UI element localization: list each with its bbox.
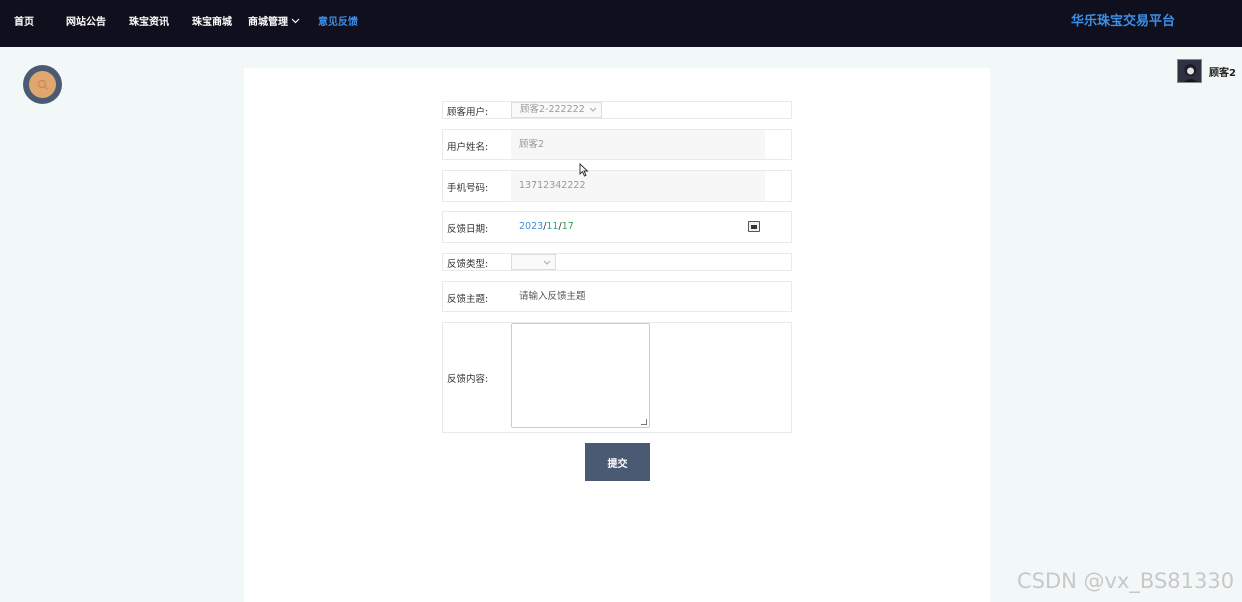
name-label: 用户姓名: <box>447 142 489 153</box>
date-field[interactable]: 2023/11/17 <box>511 212 761 242</box>
nav-mall-management[interactable]: 商城管理 <box>248 17 300 29</box>
search-button-inner <box>29 71 56 98</box>
mouse-cursor-icon <box>579 163 589 177</box>
submit-button[interactable]: 提交 <box>585 443 650 481</box>
date-year: 2023 <box>519 221 544 232</box>
type-label: 反馈类型: <box>447 259 489 270</box>
nav-jewelry-mall[interactable]: 珠宝商城 <box>192 17 232 29</box>
name-field[interactable]: 顾客2 <box>511 130 765 159</box>
customer-select[interactable]: 顾客2-222222 <box>511 102 602 118</box>
type-select[interactable] <box>511 254 556 270</box>
date-day: 17 <box>561 221 574 232</box>
subject-label: 反馈主题: <box>447 294 489 305</box>
search-icon <box>37 79 48 90</box>
user-name: 顾客2 <box>1209 67 1236 79</box>
date-month: 11 <box>546 221 559 232</box>
nav-feedback[interactable]: 意见反馈 <box>318 17 358 29</box>
resize-handle-icon[interactable] <box>641 419 647 425</box>
customer-select-value: 顾客2-222222 <box>520 104 585 115</box>
phone-field[interactable]: 13712342222 <box>511 171 765 201</box>
avatar <box>1177 59 1202 83</box>
content-textarea[interactable] <box>511 323 650 428</box>
form-row-type: 反馈类型: <box>442 253 792 271</box>
nav-jewelry-news[interactable]: 珠宝资讯 <box>129 17 169 29</box>
chevron-down-icon <box>291 18 300 24</box>
chevron-down-icon <box>589 107 597 112</box>
form-row-date: 反馈日期: 2023/11/17 <box>442 211 792 243</box>
top-nav-bar: 首页 网站公告 珠宝资讯 珠宝商城 商城管理 意见反馈 华乐珠宝交易平台 <box>0 0 1242 47</box>
customer-label: 顾客用户: <box>447 107 489 118</box>
search-button[interactable] <box>23 65 62 104</box>
site-brand: 华乐珠宝交易平台 <box>1071 14 1176 29</box>
calendar-icon[interactable] <box>748 221 760 232</box>
date-label: 反馈日期: <box>447 224 489 235</box>
phone-label: 手机号码: <box>447 183 489 194</box>
form-row-subject: 反馈主题: 请输入反馈主题 <box>442 281 792 312</box>
user-menu[interactable]: 顾客2 <box>1177 59 1236 83</box>
watermark: CSDN @vx_BS81330 <box>1017 569 1235 593</box>
chevron-down-icon <box>543 260 551 265</box>
nav-home[interactable]: 首页 <box>14 17 34 29</box>
form-row-customer: 顾客用户: 顾客2-222222 <box>442 101 792 119</box>
form-row-name: 用户姓名: 顾客2 <box>442 129 792 160</box>
avatar-image <box>1178 60 1201 82</box>
form-row-content: 反馈内容: <box>442 322 792 433</box>
subject-input[interactable]: 请输入反馈主题 <box>511 282 789 311</box>
nav-mall-management-label: 商城管理 <box>248 17 288 28</box>
nav-announcements[interactable]: 网站公告 <box>66 17 106 29</box>
form-row-phone: 手机号码: 13712342222 <box>442 170 792 202</box>
content-label: 反馈内容: <box>447 374 489 385</box>
